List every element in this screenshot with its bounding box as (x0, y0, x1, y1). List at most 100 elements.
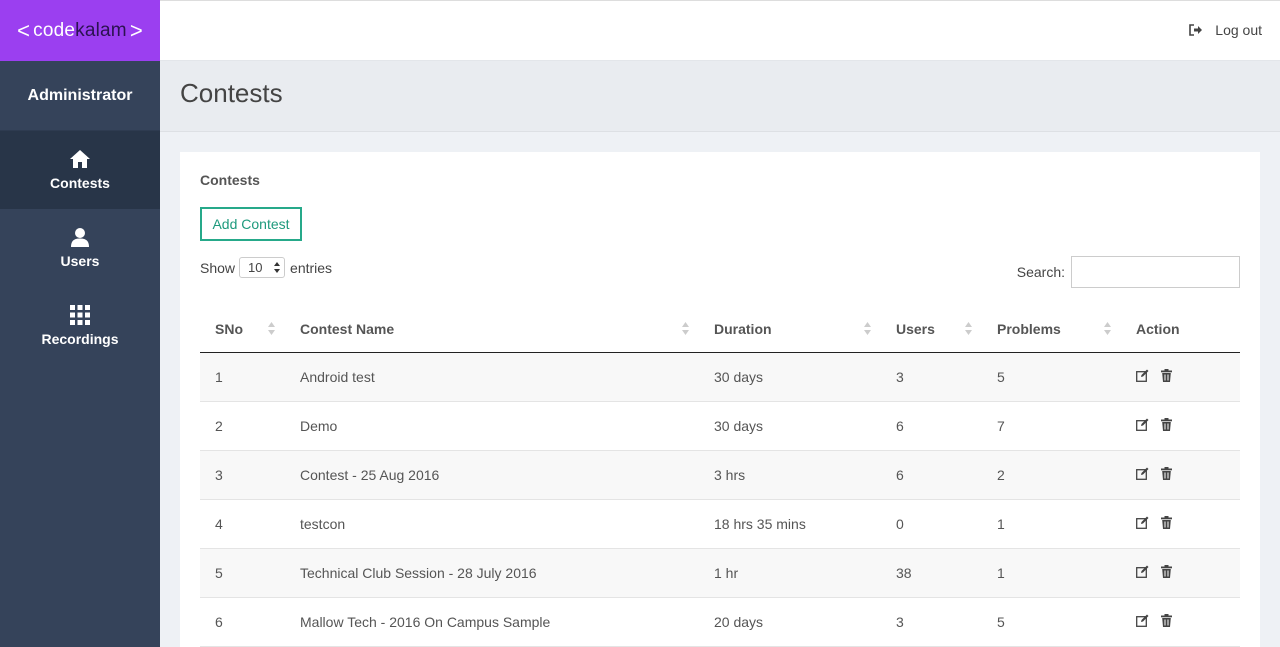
sort-icon (682, 322, 689, 335)
cell-action (1121, 450, 1240, 500)
add-contest-button[interactable]: Add Contest (200, 207, 302, 241)
edit-icon[interactable] (1136, 369, 1149, 382)
trash-icon[interactable] (1161, 417, 1172, 431)
column-header-contest-name[interactable]: Contest Name (285, 306, 699, 353)
cell-contest-name: Mallow Tech - 2016 On Campus Sample (285, 597, 699, 647)
user-icon (71, 228, 89, 247)
logo-right-bracket: > (129, 17, 143, 43)
cell-problems: 5 (982, 597, 1121, 647)
logout-link[interactable]: Log out (1189, 22, 1262, 38)
cell-duration: 18 hrs 35 mins (699, 499, 881, 549)
cell-sno: 6 (200, 597, 285, 647)
cell-problems: 1 (982, 548, 1121, 598)
cell-users: 6 (881, 401, 982, 451)
row-actions (1136, 417, 1184, 431)
cell-problems: 7 (982, 401, 1121, 451)
table-row: 2 Demo 30 days 6 7 (200, 401, 1240, 451)
trash-icon[interactable] (1161, 466, 1172, 480)
cell-action (1121, 499, 1240, 549)
cell-contest-name: Contest - 25 Aug 2016 (285, 450, 699, 500)
cell-contest-name: Android test (285, 352, 699, 402)
column-header-problems[interactable]: Problems (982, 306, 1121, 353)
sidebar: < code kalam > Administrator Contests Use… (0, 0, 160, 647)
table-row: 4 testcon 18 hrs 35 mins 0 1 (200, 499, 1240, 549)
cell-duration: 20 days (699, 597, 881, 647)
cell-problems: 5 (982, 352, 1121, 402)
column-header-action: Action (1121, 306, 1240, 353)
sort-icon (268, 322, 275, 335)
sign-out-icon (1189, 24, 1203, 36)
cell-action (1121, 548, 1240, 598)
table-header-row: SNo Contest Name Duration Users Problems (200, 306, 1240, 353)
sort-icon (864, 322, 871, 335)
search-input[interactable] (1071, 256, 1240, 288)
home-icon (70, 150, 90, 168)
sort-icon (965, 322, 972, 335)
row-actions (1136, 613, 1184, 627)
panel-title: Contests (200, 172, 260, 188)
select-arrows-icon (274, 262, 281, 273)
cell-duration: 30 days (699, 401, 881, 451)
sidebar-item-label: Recordings (41, 331, 119, 347)
sidebar-item-label: Contests (50, 175, 110, 191)
column-header-sno[interactable]: SNo (200, 306, 285, 353)
edit-icon[interactable] (1136, 418, 1149, 431)
cell-users: 3 (881, 352, 982, 402)
logout-label: Log out (1215, 22, 1262, 38)
edit-icon[interactable] (1136, 467, 1149, 480)
entries-select[interactable]: 10 (239, 257, 286, 278)
row-actions (1136, 564, 1184, 578)
cell-sno: 4 (200, 499, 285, 549)
sidebar-item-users[interactable]: Users (0, 209, 160, 287)
cell-users: 0 (881, 499, 982, 549)
entries-label: entries (290, 259, 333, 276)
trash-icon[interactable] (1161, 515, 1172, 529)
top-bar: Log out (160, 0, 1280, 61)
column-header-users[interactable]: Users (881, 306, 982, 353)
cell-contest-name: Demo (285, 401, 699, 451)
cell-duration: 30 days (699, 352, 881, 402)
sidebar-item-recordings[interactable]: Recordings (0, 287, 160, 365)
column-header-duration[interactable]: Duration (699, 306, 881, 353)
logo-left-bracket: < (17, 17, 31, 43)
cell-sno: 2 (200, 401, 285, 451)
cell-users: 38 (881, 548, 982, 598)
page-header: Contests (160, 61, 1280, 132)
grid-icon (70, 305, 90, 325)
cell-users: 6 (881, 450, 982, 500)
cell-sno: 5 (200, 548, 285, 598)
cell-users: 3 (881, 597, 982, 647)
contests-table: SNo Contest Name Duration Users Problems (200, 306, 1240, 647)
cell-contest-name: testcon (285, 499, 699, 549)
logo-text-code: code (33, 19, 76, 41)
sort-icon (1104, 322, 1111, 335)
cell-duration: 1 hr (699, 548, 881, 598)
trash-icon[interactable] (1161, 564, 1172, 578)
table-row: 5 Technical Club Session - 28 July 2016 1 … (200, 548, 1240, 598)
cell-problems: 2 (982, 450, 1121, 500)
show-label: Show (200, 259, 236, 276)
cell-problems: 1 (982, 499, 1121, 549)
page-title: Contests (180, 78, 283, 108)
edit-icon[interactable] (1136, 614, 1149, 627)
cell-sno: 1 (200, 352, 285, 402)
search-label: Search: (1016, 264, 1065, 280)
contests-panel: Contests Add Contest Show 10 entries Sea… (180, 152, 1260, 647)
cell-action (1121, 352, 1240, 402)
cell-contest-name: Technical Club Session - 28 July 2016 (285, 548, 699, 598)
edit-icon[interactable] (1136, 516, 1149, 529)
cell-sno: 3 (200, 450, 285, 500)
row-actions (1136, 515, 1184, 529)
sidebar-item-label: Users (60, 253, 100, 269)
trash-icon[interactable] (1161, 368, 1172, 382)
edit-icon[interactable] (1136, 565, 1149, 578)
role-label: Administrator (0, 61, 160, 131)
sidebar-item-contests[interactable]: Contests (0, 131, 160, 209)
search-control: Search: (1017, 256, 1240, 288)
cell-duration: 3 hrs (699, 450, 881, 500)
table-row: 3 Contest - 25 Aug 2016 3 hrs 6 2 (200, 450, 1240, 500)
cell-action (1121, 401, 1240, 451)
trash-icon[interactable] (1161, 613, 1172, 627)
logo-text-kalam: kalam (75, 19, 127, 41)
brand-logo[interactable]: < code kalam > (0, 0, 160, 61)
